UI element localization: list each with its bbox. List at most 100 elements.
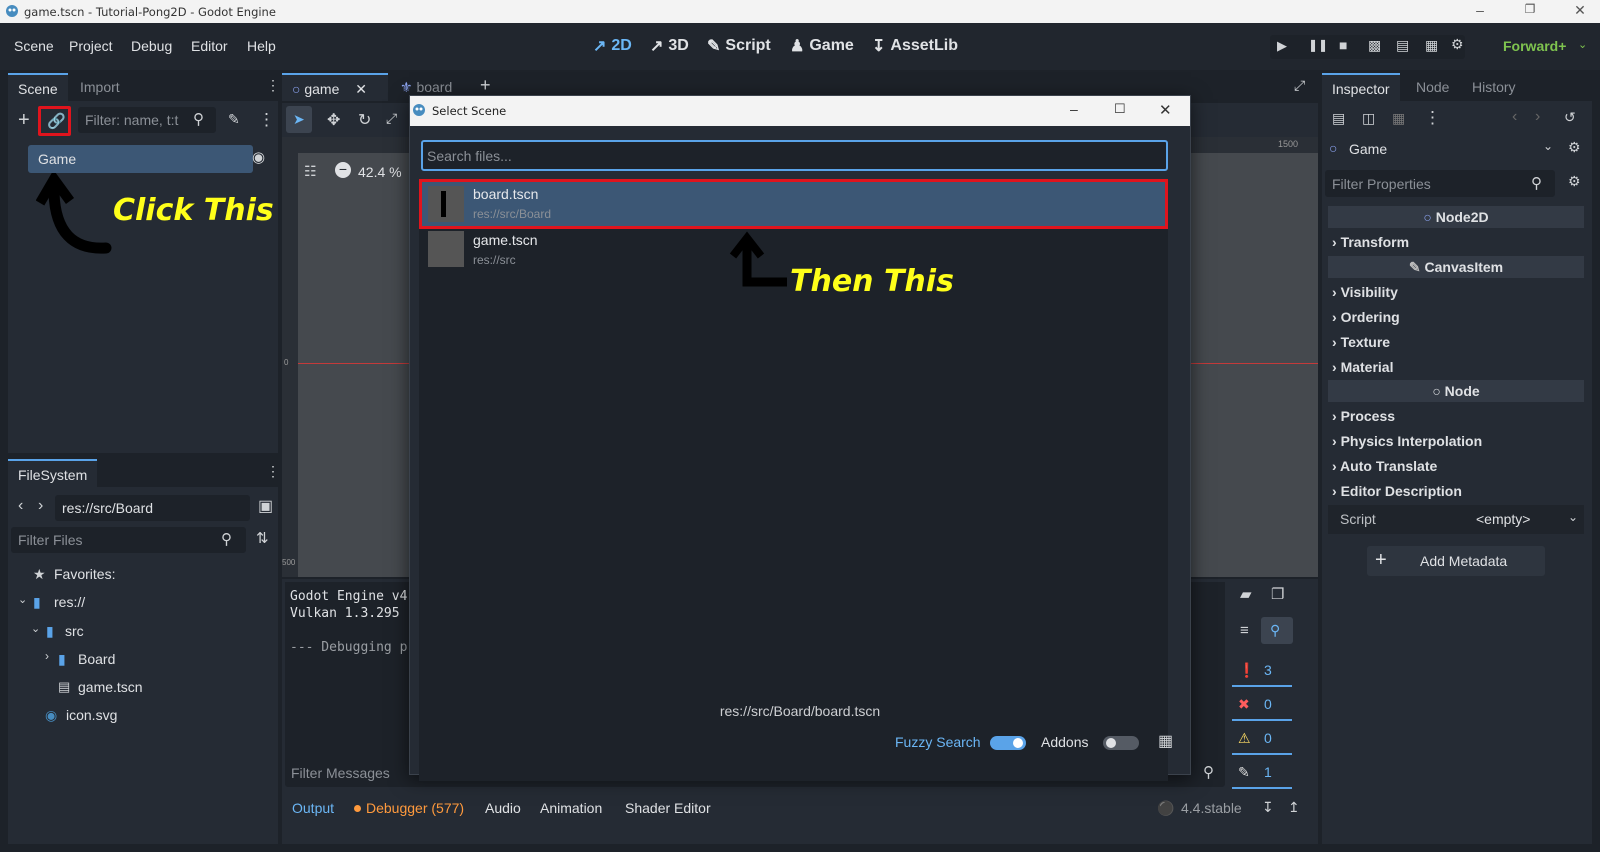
history-back-icon[interactable]: ‹ [1512, 108, 1517, 126]
section-transform[interactable]: › Transform [1332, 234, 1409, 250]
menu-help[interactable]: Help [247, 38, 276, 54]
dock-menu-icon[interactable]: ⋮ [266, 77, 280, 94]
minimize-icon[interactable]: – [1470, 2, 1490, 20]
object-history-icon[interactable]: ↺ [1564, 109, 1576, 126]
rotate-icon[interactable]: ↻ [358, 110, 371, 130]
play-icon[interactable]: ▶ [1277, 38, 1287, 54]
section-editor-description[interactable]: › Editor Description [1332, 483, 1462, 499]
fuzzy-search-toggle[interactable] [990, 736, 1026, 750]
tab-inspector[interactable]: Inspector [1322, 73, 1400, 101]
open-folder-icon[interactable]: ◫ [1362, 110, 1375, 127]
renderer-select[interactable]: Forward+ [1503, 38, 1566, 54]
search-files-input[interactable]: Search files... [421, 140, 1168, 171]
bottom-tab-animation[interactable]: Animation [540, 800, 602, 816]
section-visibility[interactable]: › Visibility [1332, 284, 1398, 300]
pin-icon[interactable]: ↧ [1262, 799, 1274, 816]
clear-output-icon[interactable]: ▰ [1240, 585, 1252, 603]
remote-debug-icon[interactable]: ▩ [1368, 37, 1381, 54]
chevron-down-icon[interactable]: ⌄ [31, 622, 40, 635]
save-icon[interactable]: ▦ [1392, 110, 1405, 127]
play-scene-icon[interactable]: ▤ [1396, 37, 1409, 54]
bottom-tab-debugger[interactable]: Debugger (577) [366, 800, 464, 816]
section-material[interactable]: › Material [1332, 359, 1393, 375]
section-process[interactable]: › Process [1332, 408, 1395, 424]
pause-icon[interactable]: ❚❚ [1308, 38, 1328, 52]
tab-filesystem[interactable]: FileSystem [8, 459, 98, 487]
move-icon[interactable]: ✥ [327, 110, 340, 130]
menu-editor[interactable]: Editor [191, 38, 228, 54]
copy-icon[interactable]: ❐ [1271, 585, 1284, 603]
bottom-tab-audio[interactable]: Audio [485, 800, 521, 816]
search-toggle[interactable]: ⚲ [1261, 617, 1293, 644]
section-texture[interactable]: › Texture [1332, 334, 1390, 350]
bottom-tab-shader-editor[interactable]: Shader Editor [625, 800, 711, 816]
result-item-board[interactable]: board.tscn res://src/Board [419, 179, 1168, 229]
maximize-icon[interactable]: ☐ [1114, 101, 1126, 117]
scrollbar[interactable] [1293, 184, 1298, 354]
menu-scene[interactable]: Scene [14, 38, 54, 54]
tree-src[interactable]: src [65, 623, 84, 639]
log-filter-editor[interactable]: ✎ 1 [1232, 759, 1292, 789]
addons-toggle[interactable] [1103, 736, 1139, 750]
tab-scene[interactable]: Scene [8, 73, 68, 101]
workspace-game[interactable]: ♟ Game [790, 36, 854, 56]
forward-icon[interactable]: › [38, 497, 43, 515]
filter-files-input[interactable]: Filter Files ⚲ [11, 527, 246, 553]
log-filter-messages[interactable]: ❗ 3 [1232, 657, 1292, 687]
add-node-icon[interactable]: + [18, 109, 30, 132]
tree-game-tscn[interactable]: game.tscn [78, 679, 143, 695]
attach-script-icon[interactable]: ✎ [228, 111, 240, 128]
select-tool[interactable]: ➤ [286, 106, 312, 133]
more-icon[interactable]: ⋮ [1424, 108, 1441, 128]
chevron-down-icon[interactable]: ⌄ [1578, 38, 1587, 51]
distraction-free-icon[interactable]: ⤢ [1294, 77, 1305, 94]
tab-node[interactable]: Node [1406, 73, 1459, 101]
new-resource-icon[interactable]: ▤ [1332, 110, 1345, 127]
tab-game[interactable]: ○ game ✕ [282, 73, 388, 101]
history-forward-icon[interactable]: › [1535, 108, 1540, 126]
expand-panel-icon[interactable]: ↥ [1288, 799, 1300, 816]
section-physics-interpolation[interactable]: › Physics Interpolation [1332, 433, 1482, 449]
object-selector[interactable]: ○ Game ⌄ [1325, 136, 1562, 162]
bottom-tab-output[interactable]: Output [292, 800, 334, 816]
movie-icon[interactable]: ⚙ [1451, 36, 1464, 53]
tree-board[interactable]: Board [78, 651, 115, 667]
center-view-icon[interactable]: ☷ [304, 163, 317, 180]
workspace-script[interactable]: ✎ Script [707, 36, 771, 56]
tools-icon[interactable]: ⚙ [1568, 173, 1581, 190]
log-filter-errors[interactable]: ✖ 0 [1232, 691, 1292, 721]
tree-icon-svg[interactable]: icon.svg [66, 707, 117, 723]
tree-root-node[interactable]: Game [28, 145, 253, 173]
tab-history[interactable]: History [1462, 73, 1526, 101]
visibility-eye-icon[interactable]: ◉ [252, 148, 265, 166]
dock-menu-icon[interactable]: ⋮ [266, 463, 280, 480]
sort-icon[interactable]: ⇅ [256, 529, 269, 547]
tab-import[interactable]: Import [70, 73, 130, 101]
zoom-out-icon[interactable]: − [335, 162, 351, 178]
add-metadata-button[interactable]: + Add Metadata [1367, 546, 1545, 576]
back-icon[interactable]: ‹ [18, 497, 23, 515]
add-tab-icon[interactable]: + [480, 75, 491, 96]
chevron-right-icon[interactable]: › [45, 649, 49, 663]
section-ordering[interactable]: › Ordering [1332, 309, 1400, 325]
workspace-assetlib[interactable]: ↧ AssetLib [872, 36, 958, 56]
instantiate-scene-button[interactable]: 🔗 [38, 106, 71, 136]
chevron-down-icon[interactable]: ⌄ [1568, 510, 1578, 524]
close-tab-icon[interactable]: ✕ [355, 81, 367, 97]
workspace-2d[interactable]: ↗ 2D [593, 36, 632, 56]
scale-icon[interactable]: ⤢ [386, 110, 397, 127]
tree-res[interactable]: res:// [54, 594, 85, 610]
more-icon[interactable]: ⋮ [258, 110, 275, 130]
stop-icon[interactable]: ■ [1339, 37, 1347, 53]
script-value[interactable]: <empty> [1476, 511, 1530, 527]
filter-properties-input[interactable]: Filter Properties ⚲ [1325, 170, 1555, 197]
log-filter-warnings[interactable]: ⚠ 0 [1232, 725, 1292, 755]
node-settings-icon[interactable]: ⚙ [1568, 139, 1581, 156]
close-icon[interactable]: ✕ [1159, 101, 1172, 119]
scene-filter-input[interactable]: Filter: name, t:t ⚲ [78, 107, 216, 133]
chevron-down-icon[interactable]: ⌄ [18, 593, 27, 606]
grid-view-icon[interactable]: ▦ [1158, 731, 1173, 751]
close-icon[interactable]: ✕ [1570, 2, 1590, 20]
menu-debug[interactable]: Debug [131, 38, 172, 54]
minimize-icon[interactable]: – [1070, 101, 1078, 117]
